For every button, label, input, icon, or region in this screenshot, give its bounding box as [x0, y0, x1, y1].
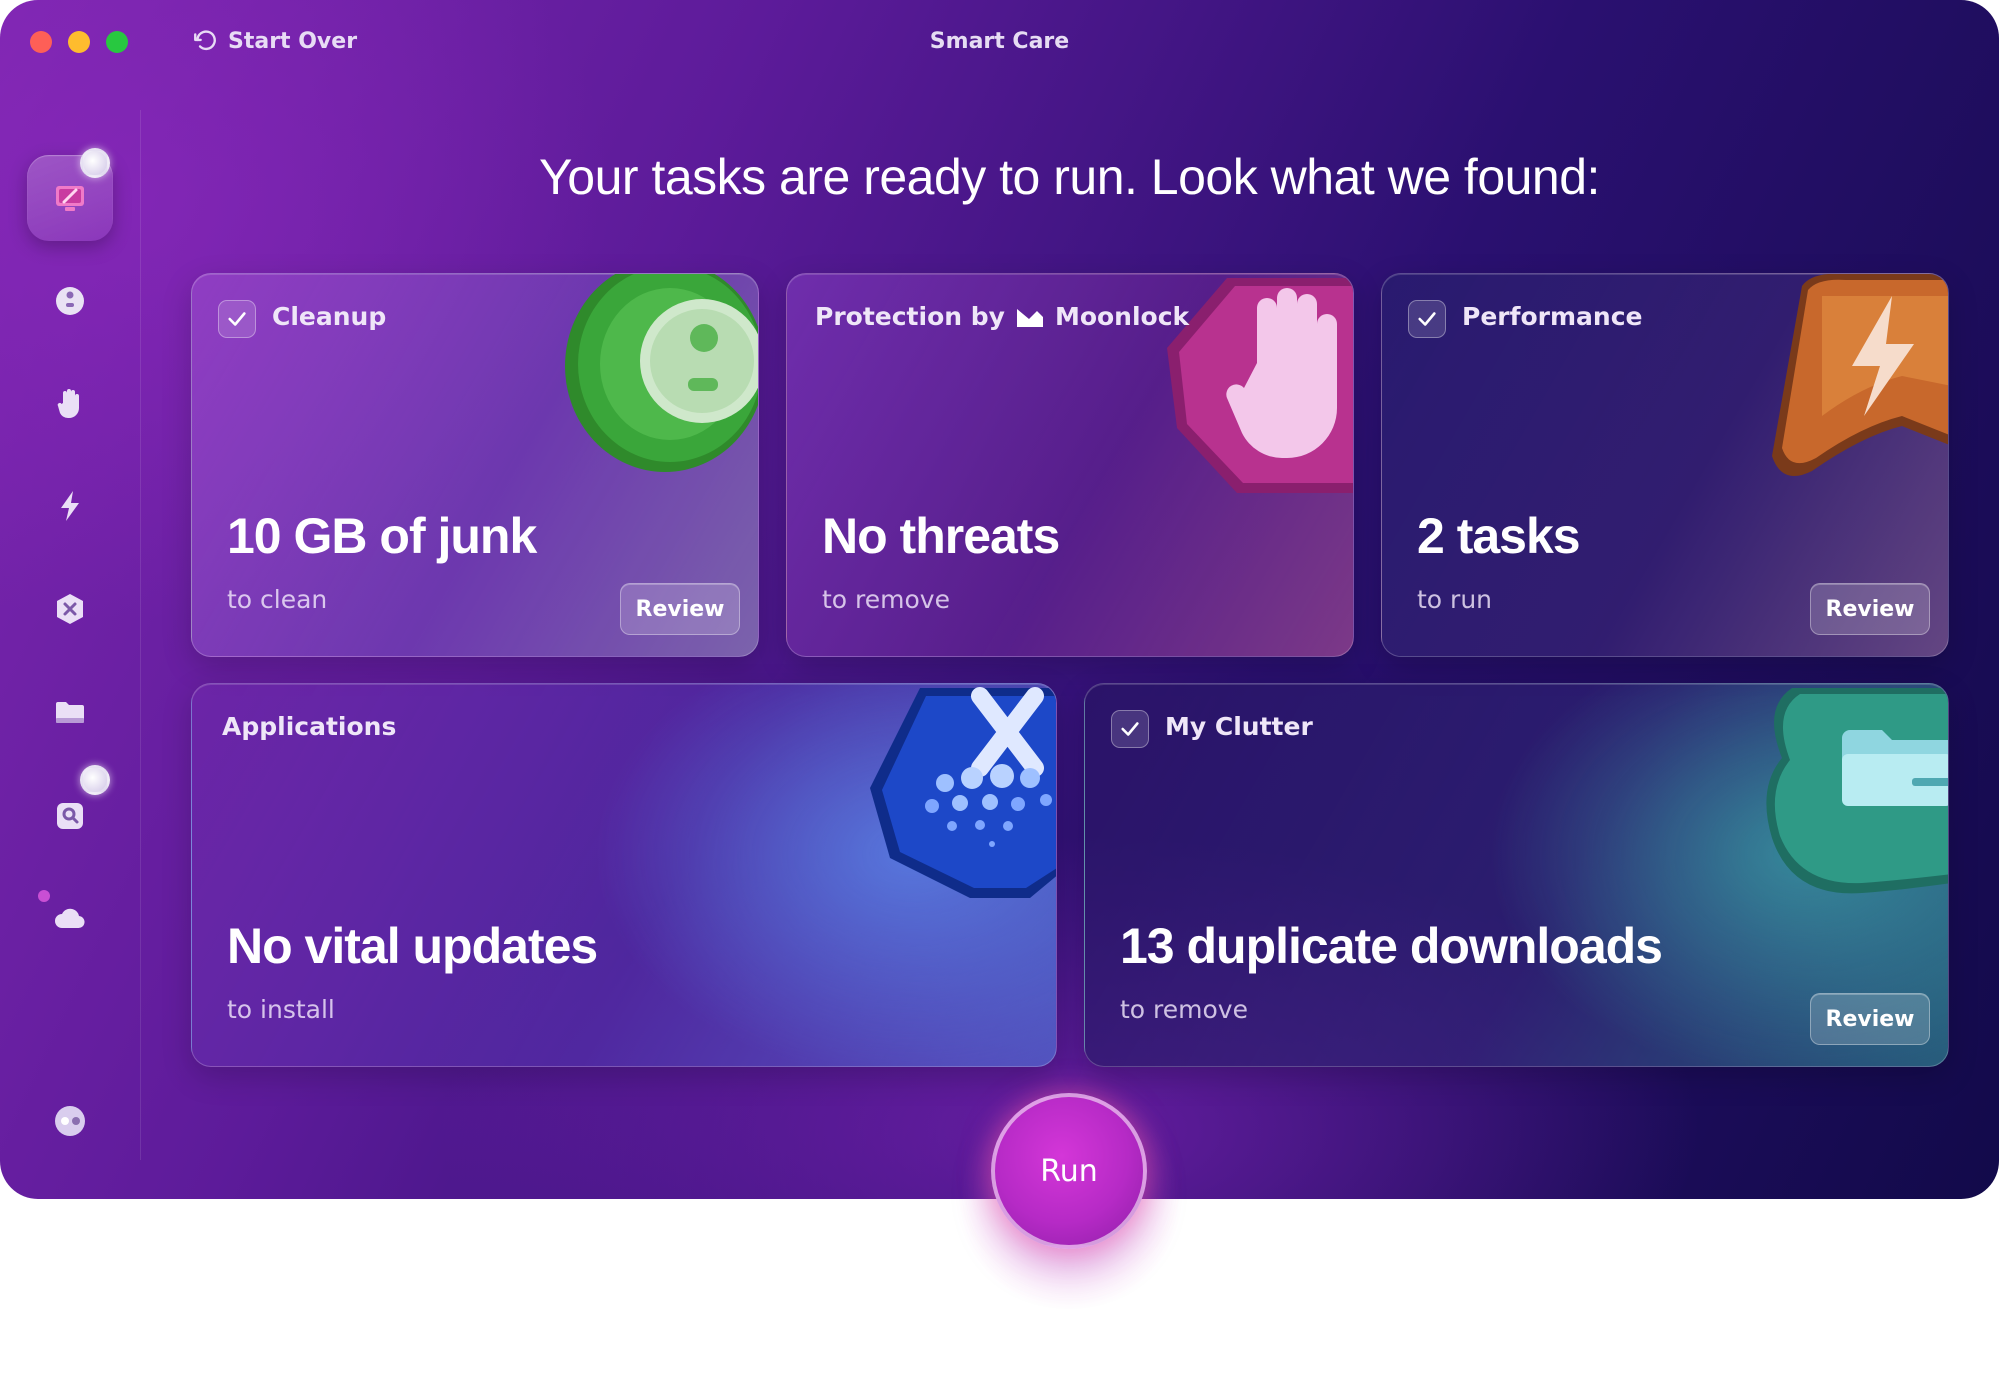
- applications-subtext: to install: [227, 995, 335, 1024]
- performance-label: Performance: [1462, 302, 1643, 331]
- smart-care-icon: [56, 186, 84, 211]
- cleanup-disc-icon: [565, 274, 758, 472]
- moonlock-logo-icon: [1016, 308, 1043, 327]
- my-clutter-value: 13 duplicate downloads: [1120, 918, 1663, 974]
- checkmark-icon: [1121, 722, 1139, 736]
- protection-brand: Moonlock: [1054, 302, 1190, 331]
- cleanup-card[interactable]: Cleanup 10 GB of junk to clean Review: [191, 273, 759, 657]
- my-clutter-folder-illustration-icon: [1766, 688, 1948, 894]
- checkmark-icon: [1418, 312, 1436, 326]
- app-window: Start Over Smart Care Your tasks are rea…: [0, 0, 1999, 1199]
- space-lens-badge: [80, 765, 110, 795]
- my-clutter-subtext: to remove: [1120, 995, 1248, 1024]
- cleanup-icon: [56, 287, 84, 315]
- protection-label: Protection by Moonlock: [815, 302, 1189, 331]
- performance-value: 2 tasks: [1417, 508, 1581, 564]
- protection-card[interactable]: Protection by Moonlock No threats to rem…: [786, 273, 1354, 657]
- cleanup-review-button[interactable]: Review: [620, 583, 740, 635]
- performance-checkbox[interactable]: [1408, 300, 1446, 338]
- run-button[interactable]: Run: [991, 1093, 1147, 1249]
- sidebar-item-cleanup[interactable]: [27, 257, 113, 343]
- performance-card[interactable]: Performance 2 tasks to run Review: [1381, 273, 1949, 657]
- cleanup-label: Cleanup: [272, 302, 387, 331]
- my-clutter-label: My Clutter: [1165, 712, 1313, 741]
- my-clutter-review-button[interactable]: Review: [1810, 993, 1930, 1045]
- my-clutter-folder-icon: [56, 702, 84, 723]
- sidebar-item-my-clutter[interactable]: [27, 669, 113, 755]
- performance-bolt-icon: [61, 491, 79, 521]
- cloud-icon: [55, 908, 85, 929]
- sidebar-item-protection[interactable]: [27, 360, 113, 446]
- applications-icon: [57, 594, 83, 624]
- assistant-icon: [55, 1106, 85, 1136]
- protection-subtext: to remove: [822, 585, 950, 614]
- applications-card[interactable]: Applications No vital updates to install: [191, 683, 1057, 1067]
- checkmark-icon: [228, 312, 246, 326]
- sidebar-item-applications[interactable]: [27, 566, 113, 652]
- page-headline: Your tasks are ready to run. Look what w…: [539, 149, 1600, 205]
- cleanup-value: 10 GB of junk: [227, 508, 537, 564]
- sidebar: [0, 110, 141, 1160]
- applications-value: No vital updates: [227, 918, 598, 974]
- performance-subtext: to run: [1417, 585, 1493, 614]
- performance-review-button[interactable]: Review: [1810, 583, 1930, 635]
- applications-label: Applications: [222, 712, 397, 741]
- applications-updater-icon: [870, 687, 1056, 898]
- smart-care-badge: [80, 148, 110, 178]
- protection-hand-icon: [57, 389, 79, 418]
- sidebar-item-assistant[interactable]: [27, 1078, 113, 1164]
- sidebar-item-performance[interactable]: [27, 463, 113, 549]
- cleanup-subtext: to clean: [227, 585, 328, 614]
- my-clutter-card[interactable]: My Clutter 13 duplicate downloads to rem…: [1084, 683, 1949, 1067]
- sidebar-item-cloud[interactable]: [27, 875, 113, 961]
- cleanup-checkbox[interactable]: [218, 300, 256, 338]
- performance-bolt-flag-icon: [1772, 274, 1948, 476]
- my-clutter-checkbox[interactable]: [1111, 710, 1149, 748]
- protection-value: No threats: [822, 508, 1060, 564]
- protection-label-prefix: Protection by: [815, 302, 1005, 331]
- window-title: Smart Care: [929, 29, 1070, 54]
- space-lens-icon: [57, 803, 83, 829]
